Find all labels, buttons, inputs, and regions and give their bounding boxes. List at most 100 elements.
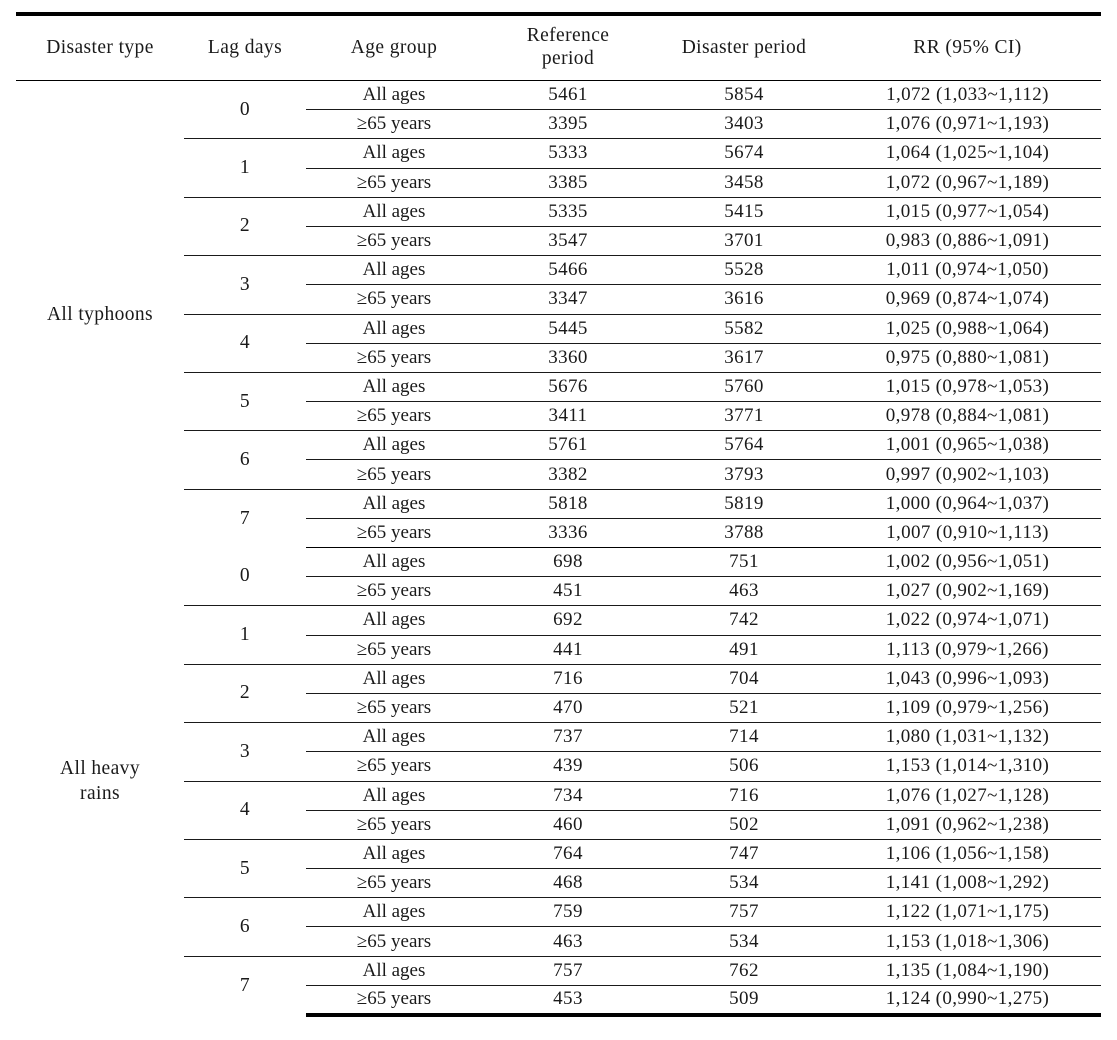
disaster-period-cell: 3617 xyxy=(654,343,834,373)
reference-period-cell: 3336 xyxy=(482,518,654,549)
disaster-period-cell: 704 xyxy=(654,664,834,694)
rr-cell: 1,113 (0,979~1,266) xyxy=(834,635,1101,665)
reference-period-cell: 692 xyxy=(482,605,654,636)
rr-cell: 0,975 (0,880~1,081) xyxy=(834,343,1101,373)
disaster-type-line2: rains xyxy=(80,783,120,804)
disaster-period-cell: 502 xyxy=(654,810,834,840)
disaster-period-cell: 5854 xyxy=(654,80,834,111)
rr-cell: 1,000 (0,964~1,037) xyxy=(834,489,1101,519)
rr-cell: 1,153 (1,014~1,310) xyxy=(834,751,1101,782)
table-row: All typhoons 0 All ages 5461 5854 1,072 (1,03… xyxy=(16,80,1101,325)
reference-period-cell: 764 xyxy=(482,839,654,870)
age-group-cell: ≥65 years xyxy=(306,868,482,899)
disaster-period-cell: 506 xyxy=(654,751,834,782)
rr-cell: 1,141 (1,008~1,292) xyxy=(834,868,1101,899)
disaster-period-cell: 714 xyxy=(654,722,834,753)
reference-period-cell: 3395 xyxy=(482,109,654,140)
reference-period-cell: 759 xyxy=(482,897,654,928)
disaster-period-cell: 3771 xyxy=(654,401,834,432)
age-group-cell: All ages xyxy=(306,605,482,636)
lag-days-cell: 6 xyxy=(184,897,306,957)
lag-days-cell: 0 xyxy=(184,547,306,607)
disaster-period-cell: 509 xyxy=(654,985,834,1017)
rr-cell: 1,043 (0,996~1,093) xyxy=(834,664,1101,694)
disaster-period-cell: 534 xyxy=(654,868,834,899)
rr-cell: 1,015 (0,977~1,054) xyxy=(834,197,1101,227)
lag-days-cell: 5 xyxy=(184,839,306,899)
age-group-cell: All ages xyxy=(306,956,482,986)
column-header-disaster-type: Disaster type xyxy=(46,36,154,58)
age-group-cell: All ages xyxy=(306,897,482,928)
age-group-cell: All ages xyxy=(306,664,482,694)
age-group-cell: All ages xyxy=(306,255,482,286)
rr-cell: 1,001 (0,965~1,038) xyxy=(834,430,1101,461)
reference-period-cell: 737 xyxy=(482,722,654,753)
disaster-period-cell: 5582 xyxy=(654,314,834,344)
reference-period-cell: 5818 xyxy=(482,489,654,519)
age-group-cell: All ages xyxy=(306,722,482,753)
lag-days-cell: 1 xyxy=(184,138,306,198)
disaster-period-cell: 757 xyxy=(654,897,834,928)
age-group-cell: All ages xyxy=(306,839,482,870)
disaster-period-cell: 491 xyxy=(654,635,834,665)
column-header-reference-period: Reference period xyxy=(482,14,654,81)
age-group-cell: ≥65 years xyxy=(306,751,482,782)
lag-days-cell: 4 xyxy=(184,314,306,373)
rr-cell: 1,025 (0,988~1,064) xyxy=(834,314,1101,344)
lag-days-cell: 2 xyxy=(184,197,306,257)
disaster-period-cell: 747 xyxy=(654,839,834,870)
disaster-period-cell: 5674 xyxy=(654,138,834,169)
rr-cell: 1,106 (1,056~1,158) xyxy=(834,839,1101,870)
lag-days-cell: 7 xyxy=(239,974,251,996)
rr-cell: 0,969 (0,874~1,074) xyxy=(834,284,1101,315)
lag-days-cell: 3 xyxy=(184,722,306,782)
rr-cell: 1,153 (1,018~1,306) xyxy=(834,926,1101,957)
reference-period-cell: 3547 xyxy=(482,226,654,257)
reference-period-cell: 5333 xyxy=(482,138,654,169)
disaster-period-cell: 3403 xyxy=(654,109,834,140)
disaster-period-cell: 5764 xyxy=(654,430,834,461)
age-group-cell: ≥65 years xyxy=(306,518,482,549)
disaster-period-cell: 742 xyxy=(654,605,834,636)
disaster-period-cell: 5760 xyxy=(654,372,834,403)
reference-period-cell: 5676 xyxy=(482,372,654,403)
rr-cell: 1,072 (1,033~1,112) xyxy=(834,80,1101,111)
lag-days-cell: 3 xyxy=(184,255,306,315)
age-group-cell: ≥65 years xyxy=(306,985,482,1017)
disaster-period-cell: 751 xyxy=(654,547,834,578)
rr-cell: 1,076 (0,971~1,193) xyxy=(834,109,1101,140)
rr-cell: 1,080 (1,031~1,132) xyxy=(834,722,1101,753)
age-group-cell: ≥65 years xyxy=(306,109,482,140)
reference-period-cell: 460 xyxy=(482,810,654,840)
rr-cell: 1,072 (0,967~1,189) xyxy=(834,168,1101,198)
reference-period-cell: 5445 xyxy=(482,314,654,344)
lag-days-cell: 1 xyxy=(184,605,306,665)
age-group-cell: All ages xyxy=(306,80,482,111)
disaster-period-cell: 3701 xyxy=(654,226,834,257)
rr-cell: 0,997 (0,902~1,103) xyxy=(834,459,1101,490)
rr-cell: 1,007 (0,910~1,113) xyxy=(834,518,1101,549)
disaster-period-cell: 463 xyxy=(654,576,834,607)
rr-cell: 1,064 (1,025~1,104) xyxy=(834,138,1101,169)
column-header-rr: RR (95% CI) xyxy=(913,36,1022,58)
reference-period-cell: 3360 xyxy=(482,343,654,373)
age-group-cell: All ages xyxy=(306,314,482,344)
rr-cell: 0,978 (0,884~1,081) xyxy=(834,401,1101,432)
disaster-period-cell: 5819 xyxy=(654,489,834,519)
reference-period-cell: 3385 xyxy=(482,168,654,198)
age-group-cell: All ages xyxy=(306,489,482,519)
reference-period-cell: 3411 xyxy=(482,401,654,432)
disaster-period-cell: 3788 xyxy=(654,518,834,549)
disaster-period-cell: 3616 xyxy=(654,284,834,315)
disaster-period-cell: 5528 xyxy=(654,255,834,286)
disaster-period-cell: 3793 xyxy=(654,459,834,490)
rr-cell: 1,109 (0,979~1,256) xyxy=(834,693,1101,724)
disaster-type-line1: All heavy xyxy=(60,757,140,779)
age-group-cell: All ages xyxy=(306,781,482,811)
reference-period-cell: 451 xyxy=(482,576,654,607)
age-group-cell: ≥65 years xyxy=(306,284,482,315)
header-row: Disaster type Lag days Age group Referen… xyxy=(16,14,1101,81)
reference-period-cell: 5461 xyxy=(482,80,654,111)
reference-period-line2: period xyxy=(541,48,595,69)
disaster-period-cell: 3458 xyxy=(654,168,834,198)
